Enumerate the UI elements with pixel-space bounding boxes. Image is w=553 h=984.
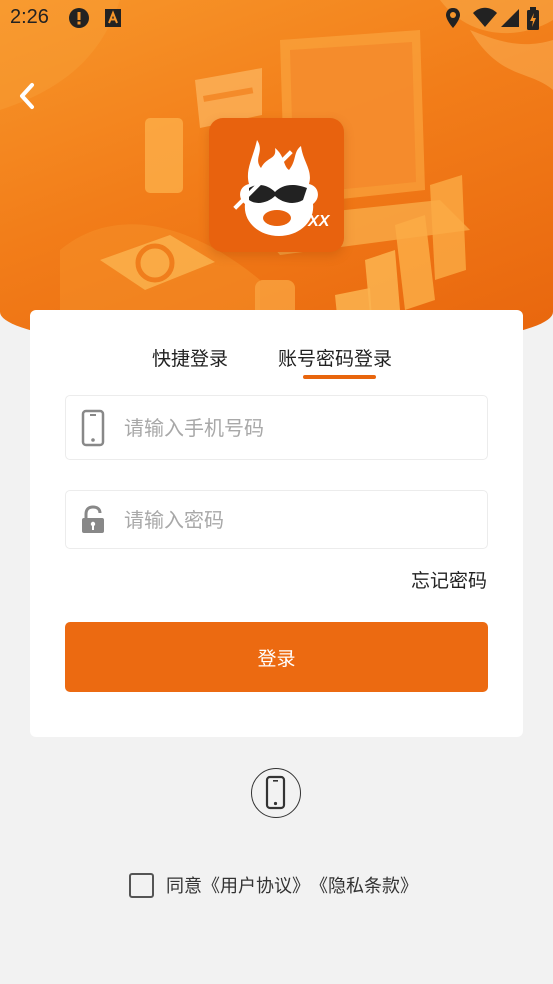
phone-field[interactable] — [65, 395, 488, 460]
tab-quick-login[interactable]: 快捷登录 — [152, 344, 228, 371]
phone-input[interactable] — [124, 396, 474, 459]
app-logo: WXX — [209, 118, 344, 252]
status-bar: 2:26 — [0, 0, 553, 36]
forgot-password-link[interactable]: 忘记密码 — [411, 566, 487, 593]
chevron-left-icon — [20, 83, 34, 109]
lock-icon — [80, 505, 106, 539]
monkey-mascot-icon: WXX — [233, 140, 331, 236]
tab-password-login[interactable]: 账号密码登录 — [278, 344, 392, 371]
back-button[interactable] — [14, 80, 40, 112]
agreement-prefix: 同意 — [166, 876, 202, 897]
mobile-phone-icon — [265, 775, 286, 810]
agreement-checkbox[interactable] — [129, 872, 154, 898]
login-button[interactable]: 登录 — [65, 622, 488, 692]
privacy-policy-link[interactable]: 《隐私条款》 — [310, 872, 418, 898]
location-icon — [444, 7, 462, 34]
battery-icon — [526, 7, 540, 36]
notification-a-icon — [104, 7, 122, 34]
active-tab-indicator — [303, 375, 376, 379]
status-time: 2:26 — [10, 6, 49, 28]
phone-login-button[interactable] — [251, 768, 301, 818]
signal-icon — [500, 7, 520, 34]
password-field[interactable] — [65, 490, 488, 549]
wifi-icon — [472, 7, 498, 34]
login-card: 快捷登录 账号密码登录 忘记密码 登录 — [30, 310, 523, 737]
password-input[interactable] — [124, 491, 474, 548]
mobile-phone-icon — [80, 409, 106, 451]
user-agreement-link[interactable]: 《用户协议》 — [202, 872, 310, 898]
logo-text: WXX — [293, 213, 331, 230]
alert-icon — [68, 7, 90, 34]
agreement-row: 同意 《用户协议》 《隐私条款》 — [129, 871, 418, 899]
